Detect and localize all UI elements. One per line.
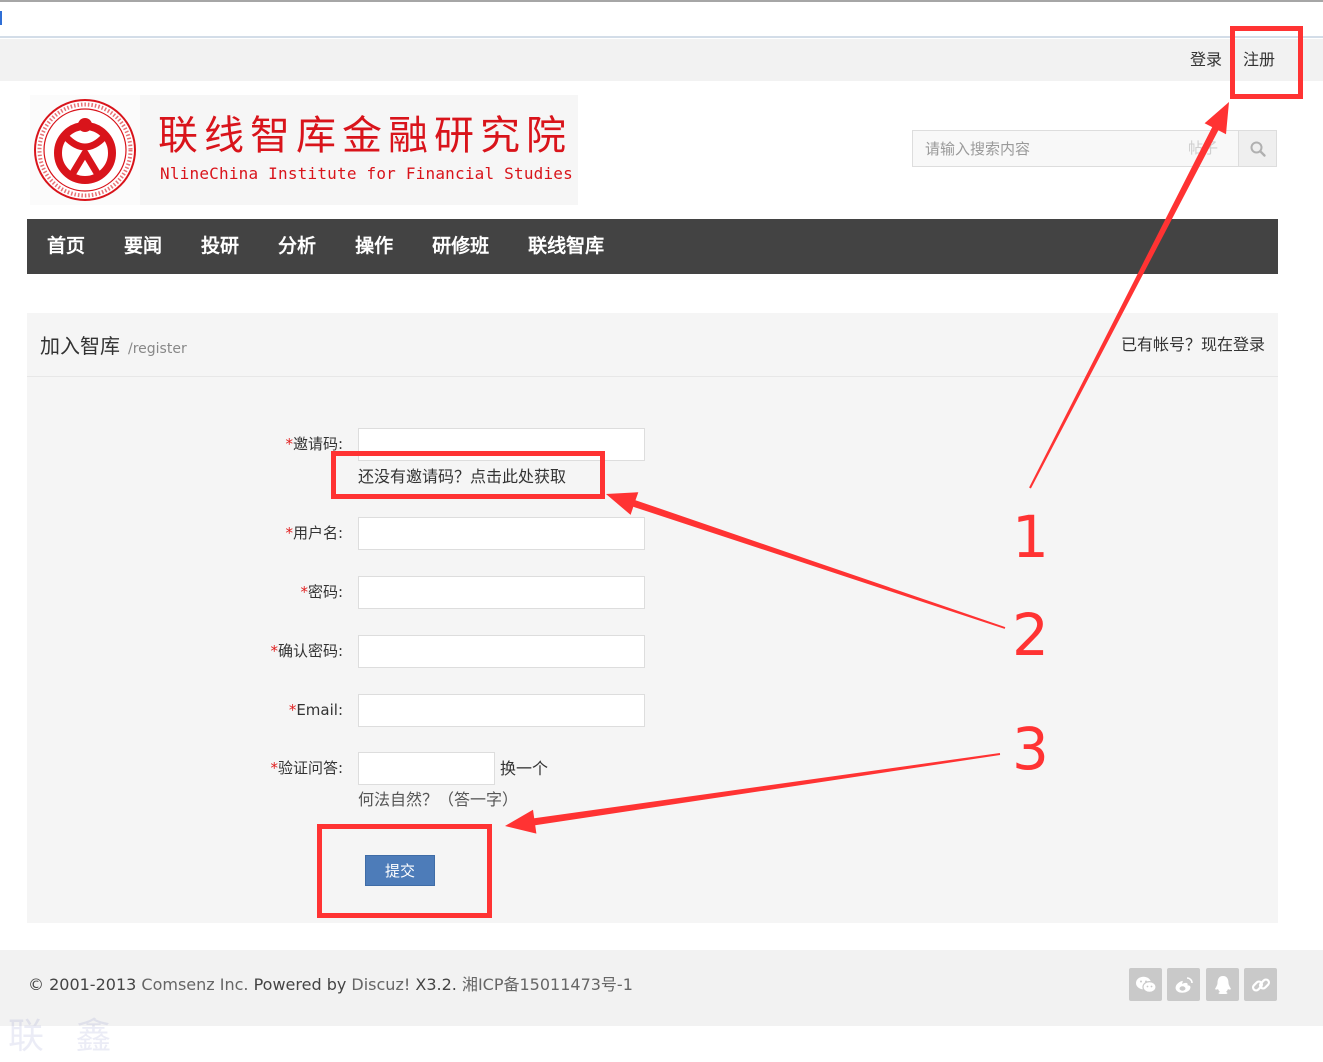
- qq-share-button[interactable]: [1206, 968, 1239, 1001]
- password-label-text: 密码:: [307, 583, 343, 601]
- search-scope-select[interactable]: 帖子: [1188, 130, 1218, 167]
- logo-emblem-icon: [30, 95, 140, 205]
- get-invite-code-link[interactable]: 还没有邀请码？点击此处获取: [358, 466, 566, 488]
- password-label: *密码:: [143, 576, 343, 609]
- required-mark: *: [285, 435, 293, 453]
- invite-code-row: *邀请码:: [27, 428, 727, 461]
- captcha-refresh-link[interactable]: 换一个: [500, 752, 548, 785]
- browser-chrome: [0, 0, 1323, 38]
- icp-link[interactable]: 湘ICP备15011473号-1: [462, 975, 633, 994]
- captcha-label: *验证问答:: [143, 752, 343, 785]
- top-bar: 登录 注册: [0, 39, 1323, 81]
- required-mark: *: [270, 642, 278, 660]
- product-link[interactable]: Discuz!: [351, 975, 410, 994]
- version-text: X3.2.: [415, 975, 457, 994]
- copyright-years: © 2001-2013: [28, 975, 137, 994]
- register-form: *邀请码: 还没有邀请码？点击此处获取 *用户名: *密码: *确认密码: *E…: [27, 313, 1278, 923]
- weibo-share-button[interactable]: [1167, 968, 1200, 1001]
- password-input[interactable]: [358, 576, 645, 609]
- email-label-text: Email:: [296, 701, 343, 719]
- confirm-password-row: *确认密码:: [27, 635, 727, 668]
- username-input[interactable]: [358, 517, 645, 550]
- search-icon: [1250, 141, 1266, 157]
- copy-link-button[interactable]: [1244, 968, 1277, 1001]
- submit-button[interactable]: 提交: [365, 855, 435, 886]
- wechat-share-button[interactable]: [1129, 968, 1162, 1001]
- site-logo[interactable]: 联线智库金融研究院 NlineChina Institute for Finan…: [30, 95, 578, 205]
- required-mark: *: [270, 759, 278, 777]
- search-box: 帖子: [912, 130, 1277, 167]
- browser-tab-indicator: [0, 11, 2, 25]
- confirm-password-label-text: 确认密码:: [277, 642, 343, 660]
- invite-code-label: *邀请码:: [143, 428, 343, 461]
- main-nav: 首页 要闻 投研 分析 操作 研修班 联线智库: [27, 219, 1278, 274]
- company-link[interactable]: Comsenz Inc.: [141, 975, 248, 994]
- weibo-icon: [1175, 976, 1193, 993]
- confirm-password-input[interactable]: [358, 635, 645, 668]
- powered-by-text: Powered by: [253, 975, 347, 994]
- captcha-answer-input[interactable]: [358, 752, 495, 785]
- nav-item-training[interactable]: 研修班: [432, 219, 489, 274]
- email-input[interactable]: [358, 694, 645, 727]
- register-link[interactable]: 注册: [1243, 39, 1275, 81]
- qq-icon: [1214, 975, 1231, 994]
- captcha-label-text: 验证问答:: [277, 759, 343, 777]
- email-label: *Email:: [143, 694, 343, 727]
- register-panel: 加入智库/register 已有帐号？现在登录 *邀请码: 还没有邀请码？点击此…: [27, 313, 1278, 923]
- logo-title-english: NlineChina Institute for Financial Studi…: [160, 164, 573, 183]
- footer: © 2001-2013 Comsenz Inc. Powered by Disc…: [0, 950, 1323, 1026]
- nav-item-research[interactable]: 投研: [201, 219, 239, 274]
- nav-item-analysis[interactable]: 分析: [278, 219, 316, 274]
- logo-title-chinese: 联线智库金融研究院: [158, 113, 572, 159]
- nav-item-think-tank[interactable]: 联线智库: [528, 219, 604, 274]
- link-icon: [1251, 977, 1270, 992]
- password-row: *密码:: [27, 576, 727, 609]
- watermark: 联 鑫: [8, 1016, 122, 1057]
- footer-copyright: © 2001-2013 Comsenz Inc. Powered by Disc…: [28, 974, 633, 996]
- username-row: *用户名:: [27, 517, 727, 550]
- required-mark: *: [285, 524, 293, 542]
- captcha-question: 何法自然？（答一字）: [358, 790, 519, 809]
- search-button[interactable]: [1238, 130, 1277, 167]
- login-link[interactable]: 登录: [1190, 39, 1222, 81]
- email-row: *Email:: [27, 694, 727, 727]
- invite-code-input[interactable]: [358, 428, 645, 461]
- required-mark: *: [300, 583, 308, 601]
- nav-item-operation[interactable]: 操作: [355, 219, 393, 274]
- captcha-row: *验证问答: 换一个: [27, 752, 727, 785]
- username-label: *用户名:: [143, 517, 343, 550]
- nav-item-news[interactable]: 要闻: [124, 219, 162, 274]
- wechat-icon: [1135, 976, 1157, 993]
- invite-code-label-text: 邀请码:: [292, 435, 343, 453]
- nav-item-home[interactable]: 首页: [47, 219, 85, 274]
- confirm-password-label: *确认密码:: [143, 635, 343, 668]
- username-label-text: 用户名:: [292, 524, 343, 542]
